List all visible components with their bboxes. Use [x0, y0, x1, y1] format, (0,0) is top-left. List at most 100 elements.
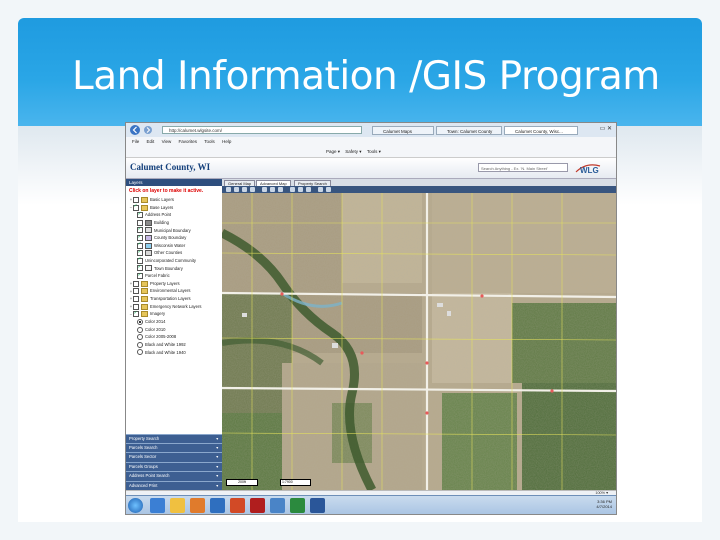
menu-file[interactable]: File — [132, 139, 139, 144]
layer-item[interactable]: + Environmental Layers — [126, 287, 222, 295]
accordion-parcels-search[interactable]: Parcels Search — [126, 443, 222, 453]
layer-item[interactable]: + Transportation Layers — [126, 295, 222, 303]
aerial-imagery[interactable] — [222, 193, 616, 490]
accordion-property-search[interactable]: Property Search — [126, 433, 222, 444]
page-menu[interactable]: Page ▾ — [326, 149, 340, 154]
layer-swatch-icon — [145, 250, 152, 257]
layer-label: Address Point — [145, 212, 172, 218]
outlook-icon[interactable] — [210, 498, 225, 513]
browser-tab-1[interactable]: Calumet Maps — [372, 126, 434, 135]
back-forward-icons[interactable] — [129, 124, 159, 136]
logo-text: WLG — [580, 166, 599, 175]
layer-item[interactable]: Black and White 1940 — [126, 349, 222, 357]
layer-radio[interactable] — [137, 326, 143, 333]
layer-checkbox[interactable] — [133, 295, 139, 302]
folder-icon — [141, 303, 148, 310]
accordion-parcels-groups[interactable]: Parcels Groups — [126, 461, 222, 472]
app-icon[interactable] — [270, 498, 285, 513]
zoom-out-icon[interactable] — [234, 187, 239, 192]
layer-item[interactable]: Parcel Fabric — [126, 272, 222, 280]
layer-checkbox[interactable] — [137, 234, 143, 241]
powerpoint-icon[interactable] — [230, 498, 245, 513]
pan-icon[interactable] — [242, 187, 247, 192]
select-icon[interactable] — [278, 187, 283, 192]
layer-label: Imagery — [150, 311, 166, 317]
layer-checkbox[interactable] — [133, 196, 139, 203]
browser-commandbar: Page ▾ Safety ▾ Tools ▾ — [126, 147, 616, 158]
windows-taskbar: 3:36 PM 4/7/2014 — [126, 495, 616, 514]
layers-panel: Layers Click on layer to make it active.… — [126, 179, 223, 490]
layer-checkbox[interactable] — [137, 211, 143, 218]
layer-radio[interactable] — [137, 341, 143, 348]
layer-item[interactable]: + Emergency Network Layers — [126, 303, 222, 311]
browser-tab-2[interactable]: Town: Calumet County — [436, 126, 502, 135]
aerial-map[interactable]: 200ft 1:7900 — [222, 193, 616, 490]
layer-item[interactable]: Address Point — [126, 211, 222, 219]
layer-checkbox[interactable] — [133, 310, 139, 317]
window-controls[interactable]: ▭ ✕ — [600, 125, 612, 132]
address-bar[interactable]: http://calumet.wlgsite.com/ — [162, 126, 362, 134]
screenshot-frame: http://calumet.wlgsite.com/ Calumet Maps… — [125, 122, 617, 515]
wlg-logo: WLG — [574, 160, 610, 176]
layer-item[interactable]: −Imagery — [126, 310, 222, 318]
ie-icon[interactable] — [150, 498, 165, 513]
browser-titlebar: http://calumet.wlgsite.com/ Calumet Maps… — [126, 123, 616, 137]
folder-icon — [141, 311, 148, 318]
layer-label: Unincorporated Community — [145, 257, 196, 263]
scale-select[interactable]: 1:7900 — [280, 479, 311, 486]
layer-checkbox[interactable] — [137, 264, 143, 272]
help-icon[interactable] — [326, 187, 331, 192]
accordion-parcels-sector[interactable]: Parcels Sector — [126, 452, 222, 462]
media-icon[interactable] — [190, 498, 205, 513]
identify-icon[interactable] — [262, 187, 267, 192]
print-icon[interactable] — [290, 187, 295, 192]
accordion-advanced-print[interactable]: Advanced Print — [126, 480, 222, 490]
layer-radio[interactable] — [137, 334, 143, 341]
layer-item[interactable]: Color 2014 — [126, 318, 222, 326]
start-button-icon[interactable] — [128, 498, 143, 513]
layer-label: Property Layers — [150, 280, 180, 286]
zoom-in-icon[interactable] — [226, 187, 231, 192]
word-icon[interactable] — [310, 498, 325, 513]
layer-checkbox[interactable] — [137, 219, 143, 226]
layer-checkbox[interactable] — [137, 241, 143, 249]
excel-icon[interactable] — [290, 498, 305, 513]
menu-view[interactable]: View — [162, 139, 172, 144]
layer-checkbox[interactable] — [137, 256, 143, 264]
system-clock[interactable]: 3:36 PM 4/7/2014 — [596, 499, 612, 509]
layer-checkbox[interactable] — [137, 272, 143, 279]
menu-tools[interactable]: Tools — [204, 139, 215, 144]
layer-item[interactable]: + Property Layers — [126, 280, 222, 288]
layer-label: Black and White 1940 — [145, 349, 186, 355]
layer-checkbox[interactable] — [137, 249, 143, 256]
full-extent-icon[interactable] — [250, 187, 255, 192]
app-header: Calumet County, WI Search Anything - Ex.… — [126, 158, 616, 179]
menu-help[interactable]: Help — [222, 139, 231, 144]
layer-item[interactable]: + Basic Layers — [126, 196, 222, 204]
layer-checkbox[interactable] — [133, 280, 139, 287]
explorer-icon[interactable] — [170, 498, 185, 513]
acrobat-icon[interactable] — [250, 498, 265, 513]
scale-bar: 200ft — [226, 479, 258, 486]
layer-item[interactable]: Black and White 1992 — [126, 341, 222, 349]
draw-icon[interactable] — [306, 187, 311, 192]
accordion-address-search[interactable]: Address Point Search — [126, 471, 222, 481]
browser-tab-3[interactable]: Calumet County, Wisc... — [504, 126, 578, 135]
menu-edit[interactable]: Edit — [147, 139, 155, 144]
menu-favorites[interactable]: Favorites — [179, 139, 198, 144]
layer-label: Wisconsin Water — [154, 242, 186, 248]
layer-radio[interactable] — [137, 349, 143, 356]
search-input[interactable]: Search Anything - Ex. 'N. Main Street' — [478, 163, 568, 172]
measure-icon[interactable] — [270, 187, 275, 192]
layer-radio[interactable] — [137, 319, 143, 326]
layer-item[interactable]: Color 2010 — [126, 326, 222, 334]
clear-icon[interactable] — [318, 187, 323, 192]
layer-checkbox[interactable] — [133, 288, 139, 295]
layer-item[interactable]: Color 2005-2008 — [126, 333, 222, 341]
layer-checkbox[interactable] — [137, 226, 143, 234]
layer-checkbox[interactable] — [133, 203, 139, 211]
layer-checkbox[interactable] — [133, 303, 139, 310]
bookmark-icon[interactable] — [298, 187, 303, 192]
safety-menu[interactable]: Safety ▾ — [345, 149, 361, 154]
tools-menu[interactable]: Tools ▾ — [367, 149, 381, 154]
